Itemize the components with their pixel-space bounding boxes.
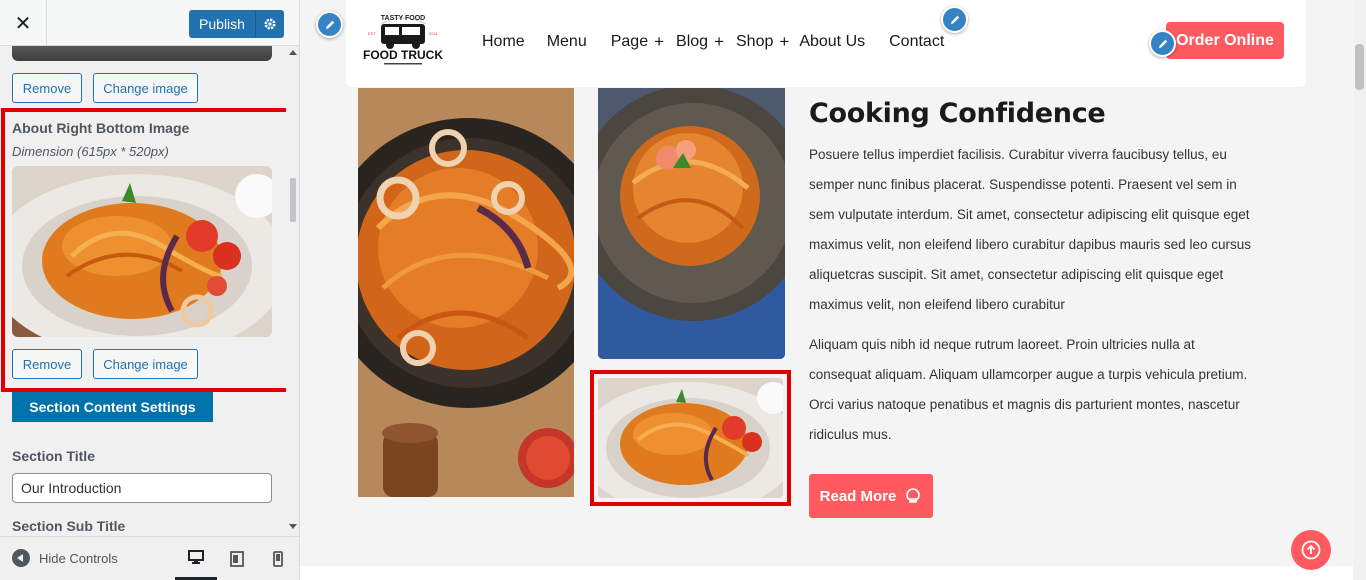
about-paragraph-1: Posuere tellus imperdiet facilisis. Cura… — [809, 147, 1251, 312]
hide-controls-button[interactable]: Hide Controls — [12, 549, 118, 567]
menu-item-shop[interactable]: Shop + — [736, 32, 789, 52]
scrollbar-thumb[interactable] — [290, 178, 296, 222]
arrow-up-icon — [1301, 540, 1321, 560]
logo-main-text: FOOD TRUCK — [363, 48, 443, 62]
logo-est-text: EST — [368, 31, 376, 36]
menu-item-label: Blog — [676, 33, 709, 50]
menu-item-label: Page — [610, 33, 649, 50]
menu-item-label: About Us — [799, 33, 866, 50]
tablet-icon — [230, 551, 244, 567]
desktop-preview-button[interactable] — [175, 537, 217, 580]
about-paragraph-2: Aliquam quis nibh id neque rutrum laoree… — [809, 337, 1248, 442]
menu-item-menu[interactable]: Menu — [547, 32, 587, 52]
publish-button[interactable]: Publish — [189, 10, 255, 38]
remove-image-button[interactable]: Remove — [12, 73, 82, 103]
scroll-up-arrow-icon[interactable] — [289, 50, 297, 55]
pencil-icon — [1158, 39, 1167, 48]
control-description: Dimension (615px * 520px) — [12, 144, 169, 159]
section-subtitle-label: Section Sub Title — [12, 518, 126, 534]
close-customizer-button[interactable]: ✕ — [0, 0, 47, 46]
menu-item-page[interactable]: Page + — [611, 32, 664, 52]
next-section — [300, 566, 1353, 580]
close-icon: ✕ — [14, 12, 32, 35]
remove-image-button-2[interactable]: Remove — [12, 349, 82, 379]
site-logo[interactable]: TASTY FOOD EST 2021 FOOD TRUCK — [356, 10, 451, 68]
logo-year-text: 2021 — [429, 31, 439, 36]
preview-scrollbar[interactable] — [1353, 0, 1366, 580]
menu-item-label: Contact — [889, 33, 945, 50]
site-preview: TASTY FOOD EST 2021 FOOD TRUCK Home Menu… — [300, 0, 1353, 580]
sidebar-header: ✕ Publish — [0, 0, 299, 46]
section-title-label: Section Title — [12, 448, 95, 464]
menu-item-home[interactable]: Home — [482, 32, 525, 52]
about-right-bottom-image — [598, 378, 783, 498]
previous-image-thumbnail — [12, 46, 272, 61]
control-title: About Right Bottom Image — [12, 120, 190, 136]
customizer-sidebar: ✕ Publish Remove Change image About Righ… — [0, 0, 300, 580]
pencil-icon — [950, 15, 959, 24]
preview-scrollbar-thumb[interactable] — [1355, 44, 1364, 90]
chef-hat-icon — [906, 488, 921, 503]
plus-icon[interactable]: + — [779, 32, 789, 52]
edit-menu-shortcut[interactable] — [941, 6, 968, 33]
edit-logo-shortcut[interactable] — [316, 11, 343, 38]
section-content-settings-button[interactable]: Section Content Settings — [12, 392, 213, 422]
pencil-icon — [325, 20, 334, 29]
read-more-label: Read More — [819, 487, 897, 505]
change-image-button-2[interactable]: Change image — [93, 349, 198, 379]
menu-item-contact[interactable]: Contact — [889, 32, 944, 52]
about-title: Cooking Confidence — [809, 98, 1106, 129]
menu-item-label: Home — [482, 33, 525, 50]
about-left-image — [358, 88, 574, 497]
menu-item-label: Shop — [736, 33, 774, 50]
order-online-button[interactable]: Order Online — [1166, 22, 1284, 59]
section-title-input[interactable] — [12, 473, 272, 503]
about-right-top-image — [598, 88, 785, 359]
back-to-top-button[interactable] — [1291, 530, 1331, 570]
highlighted-image-frame — [590, 370, 791, 506]
menu-item-blog[interactable]: Blog + — [676, 32, 724, 52]
plus-icon[interactable]: + — [654, 32, 664, 52]
plus-icon[interactable]: + — [714, 32, 724, 52]
sidebar-scrollbar[interactable] — [286, 46, 299, 536]
read-more-button[interactable]: Read More — [809, 474, 933, 518]
about-right-bottom-image-thumbnail[interactable] — [12, 166, 272, 337]
logo-top-text: TASTY FOOD — [381, 15, 425, 22]
mobile-icon — [273, 551, 283, 567]
sidebar-controls: Remove Change image About Right Bottom I… — [0, 46, 286, 536]
main-menu: Home Menu Page + Blog + Shop + About Us … — [482, 32, 944, 52]
collapse-arrow-icon — [12, 549, 30, 567]
gear-icon — [264, 18, 276, 30]
mobile-preview-button[interactable] — [257, 537, 299, 580]
edit-order-button-shortcut[interactable] — [1149, 30, 1176, 57]
hide-controls-label: Hide Controls — [39, 550, 118, 566]
desktop-icon — [188, 550, 204, 564]
menu-item-label: Menu — [546, 33, 587, 50]
change-image-button[interactable]: Change image — [93, 73, 198, 103]
scroll-down-arrow-icon[interactable] — [289, 524, 297, 529]
publish-settings-button[interactable] — [255, 10, 284, 38]
menu-item-about-us[interactable]: About Us — [799, 32, 865, 52]
sidebar-footer: Hide Controls — [0, 536, 299, 580]
tablet-preview-button[interactable] — [216, 537, 258, 580]
customizer-window: ✕ Publish Remove Change image About Righ… — [0, 0, 1366, 580]
